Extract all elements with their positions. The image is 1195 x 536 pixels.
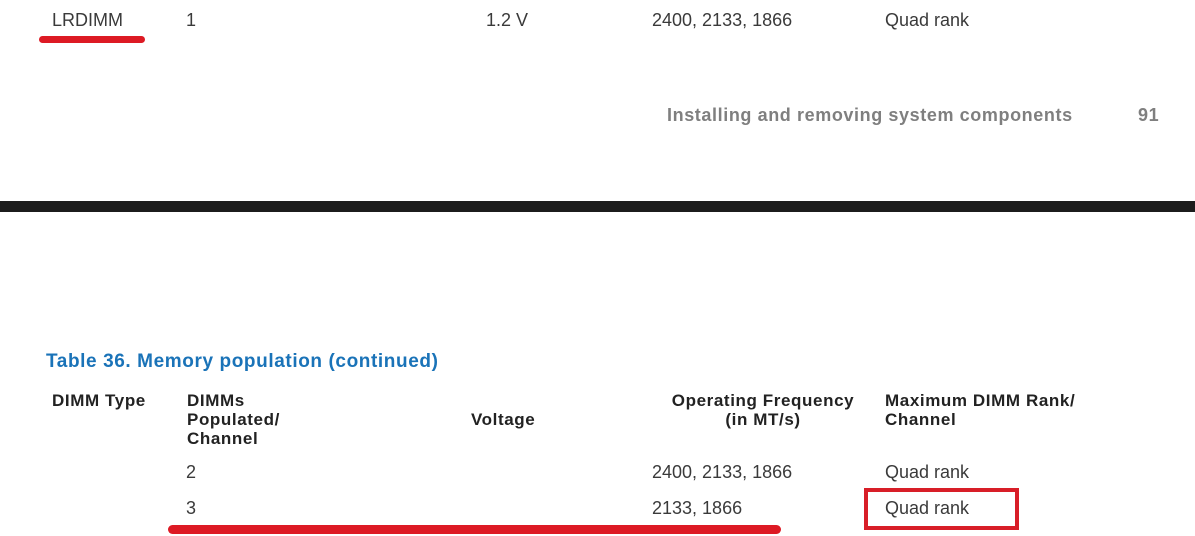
- max-rank-box-annotation: [864, 488, 1019, 530]
- header-rank-line1: Maximum DIMM Rank/: [885, 391, 1076, 410]
- header-dimms-populated: DIMMs Populated/ Channel: [187, 391, 280, 448]
- row1-max-rank: Quad rank: [885, 462, 970, 482]
- footer-section-title: Installing and removing system component…: [667, 105, 1073, 125]
- header-freq-line1: Operating Frequency: [671, 391, 855, 410]
- header-voltage: Voltage: [471, 410, 536, 429]
- header-freq-line2: (in MT/s): [725, 410, 801, 429]
- header-rank-line2: Channel: [885, 410, 957, 429]
- top-row-dimm-type: LRDIMM: [52, 10, 123, 30]
- row2-frequency: 2133, 1866: [652, 498, 743, 518]
- dimm-type-underline-annotation: [39, 36, 145, 43]
- header-dimm-type: DIMM Type: [52, 391, 146, 410]
- footer-page-number: 91: [1138, 105, 1160, 125]
- page-divider: [0, 201, 1195, 212]
- top-row-max-rank: Quad rank: [885, 10, 970, 30]
- row1-frequency: 2400, 2133, 1866: [652, 462, 793, 482]
- header-operating-frequency: Operating Frequency (in MT/s): [648, 391, 878, 429]
- header-dimms-line2: Populated/: [187, 410, 280, 429]
- top-row-frequency: 2400, 2133, 1866: [652, 10, 793, 30]
- row2-underline-annotation: [168, 525, 781, 534]
- row2-dimms-per-channel: 3: [186, 498, 197, 518]
- top-row-dimms-per-channel: 1: [186, 10, 197, 30]
- header-dimms-line1: DIMMs: [187, 391, 245, 410]
- row1-dimms-per-channel: 2: [186, 462, 197, 482]
- header-max-rank: Maximum DIMM Rank/ Channel: [885, 391, 1075, 429]
- header-dimms-line3: Channel: [187, 429, 259, 448]
- table-title: Table 36. Memory population (continued): [46, 351, 439, 372]
- top-row-voltage: 1.2 V: [486, 10, 529, 30]
